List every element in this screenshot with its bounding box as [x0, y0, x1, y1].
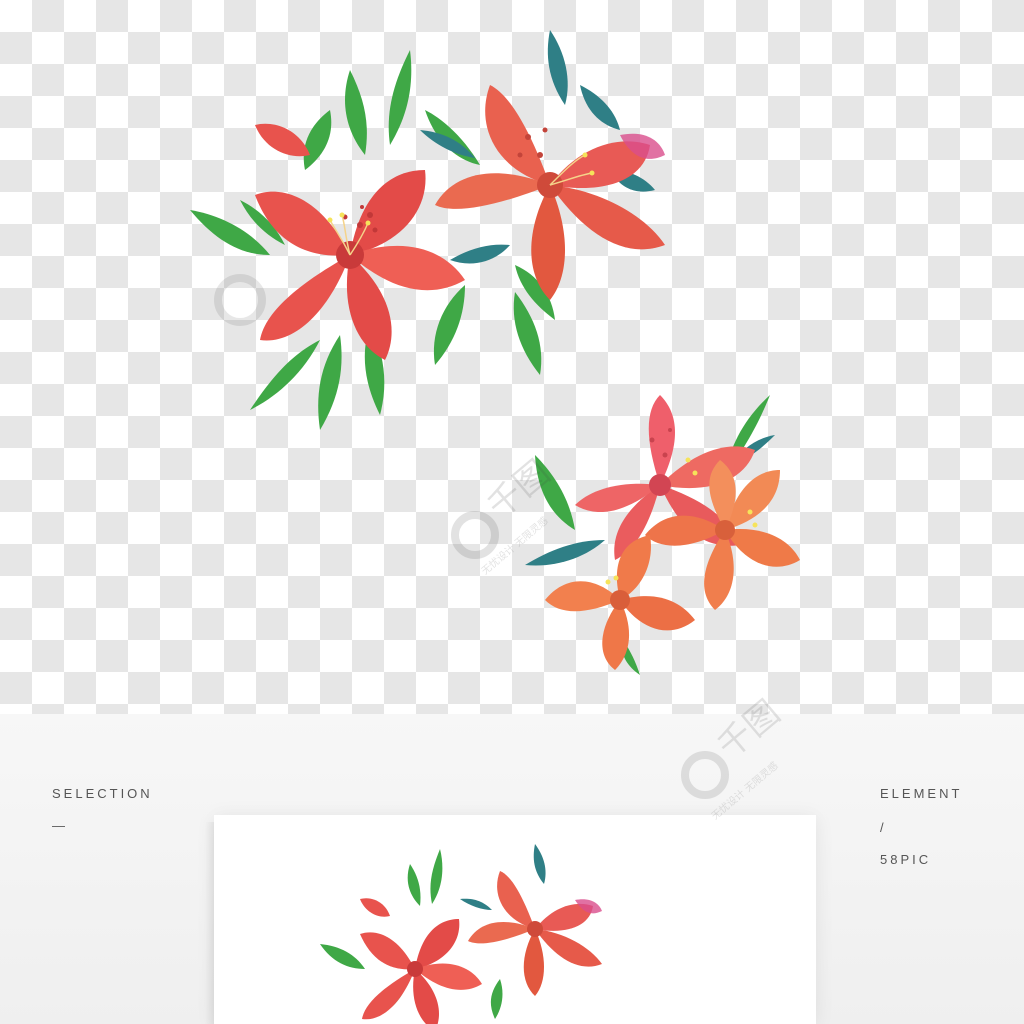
element-slash: /: [880, 820, 887, 835]
element-label: ELEMENT: [880, 786, 963, 801]
watermark-logo-3: 千图 无忧设计 无限灵感: [681, 693, 788, 822]
selection-dash: —: [52, 818, 68, 833]
watermark-logo-text-2: 千图: [480, 453, 558, 527]
watermark-logo-1: [214, 274, 266, 326]
watermark-logo-2: 千图 无忧设计 无限灵感: [451, 453, 558, 577]
red-azalea-cluster-illustration: [190, 30, 665, 430]
watermark-logo-text-3: 千图: [710, 693, 788, 767]
transparent-preview-area: 千图 无忧设计 无限灵感: [0, 0, 1024, 714]
selection-label: SELECTION: [52, 786, 153, 801]
site-label: 58PIC: [880, 852, 932, 867]
card-flower-illustration: [320, 844, 602, 1024]
